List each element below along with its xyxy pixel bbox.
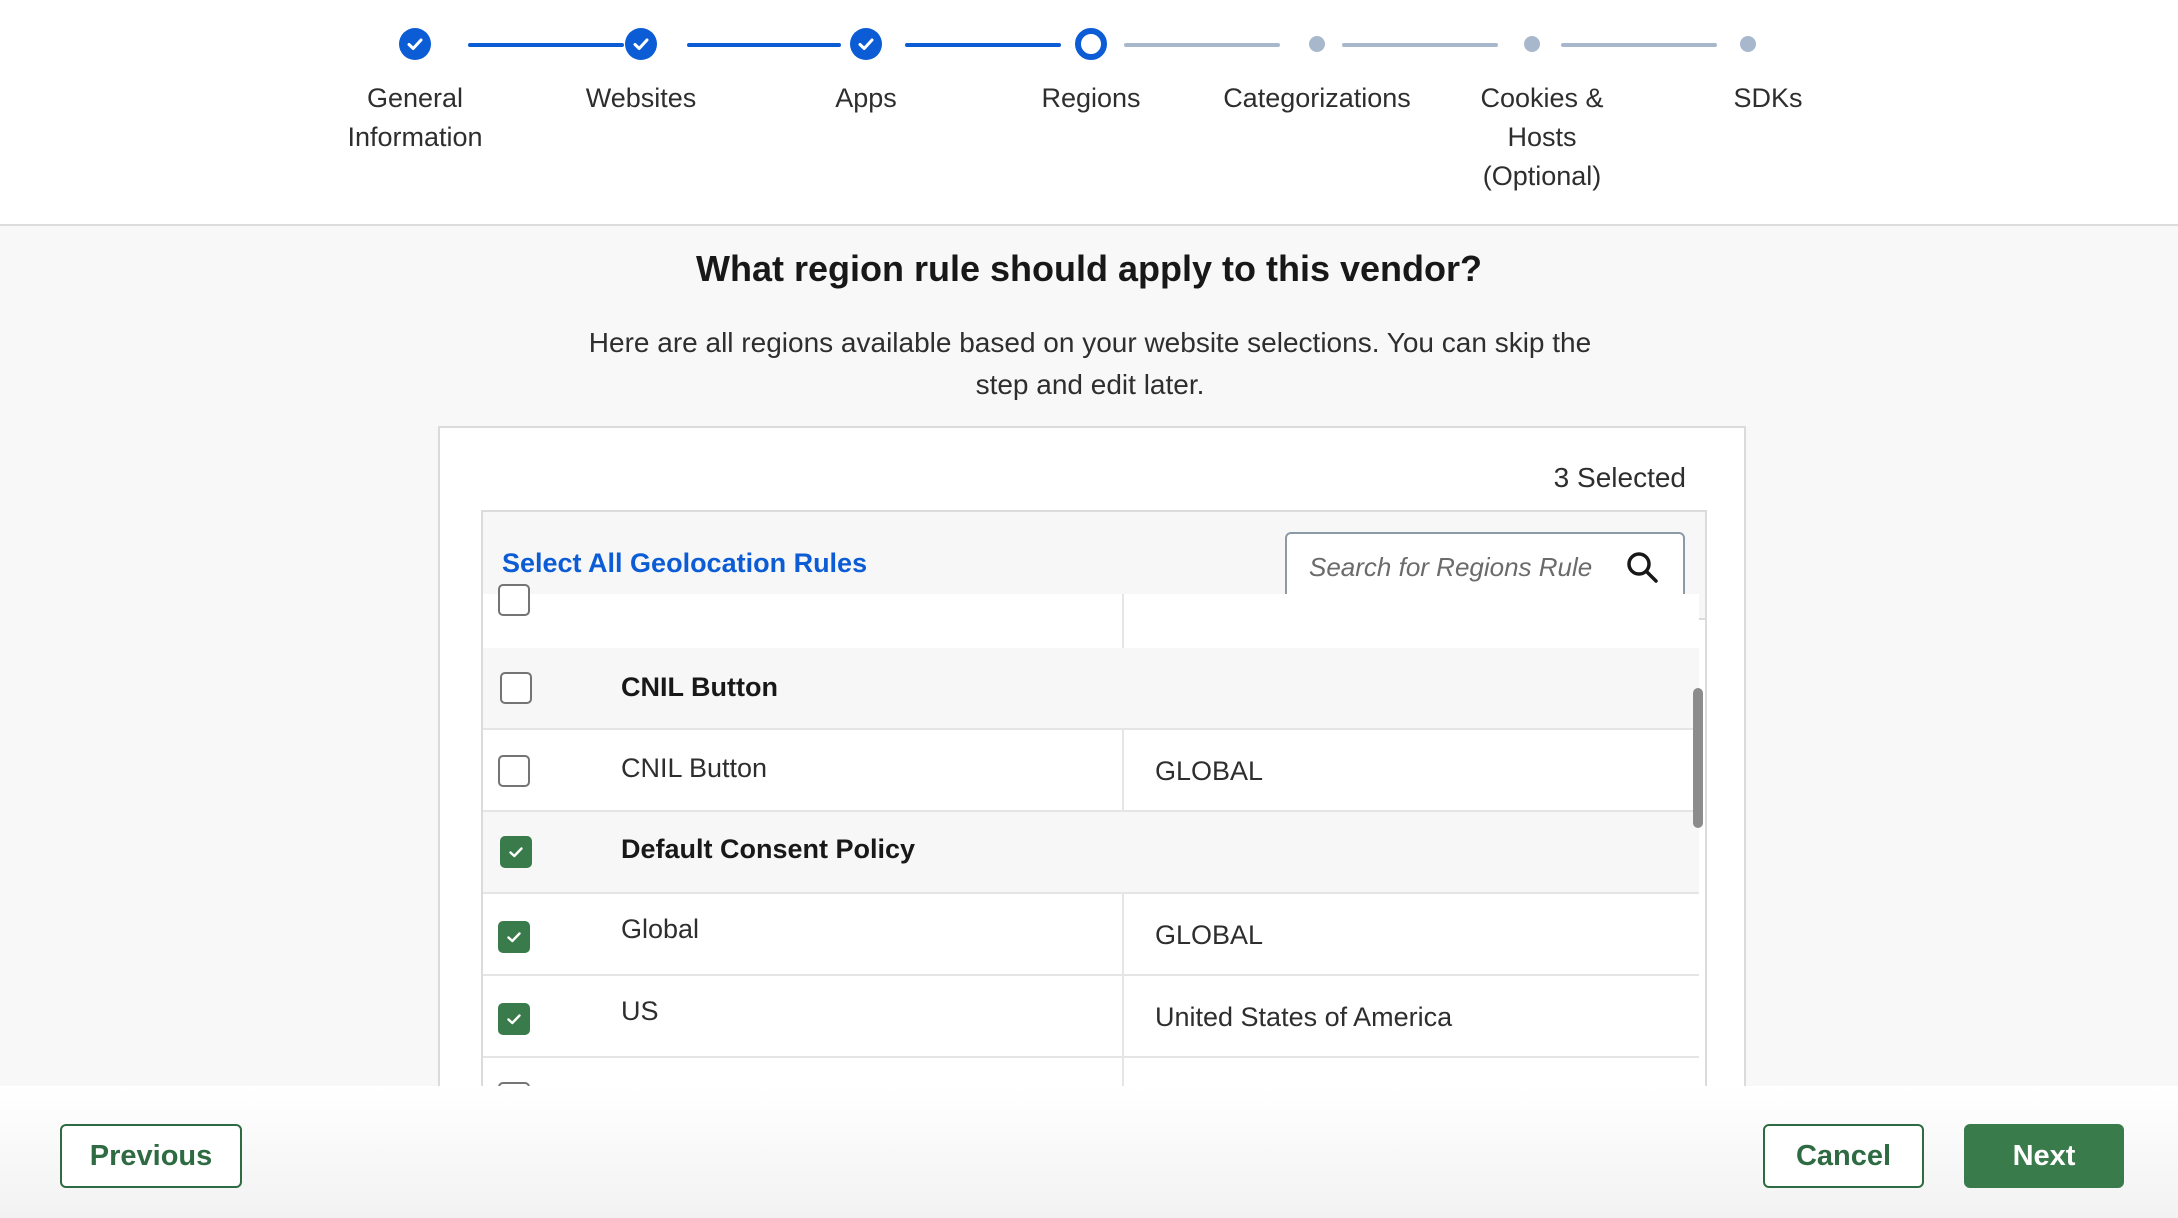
step-label: Regions: [1041, 83, 1141, 113]
rule-group-name: CNIL Button: [621, 672, 778, 702]
step-label: Categorizations: [1223, 83, 1411, 113]
pending-step-dot-icon: [1740, 36, 1756, 52]
step-label: Cookies & Hosts (Optional): [1480, 83, 1604, 191]
checkmark-icon: [509, 847, 523, 858]
row-checkbox[interactable]: [498, 921, 530, 953]
stepper-connector: [1124, 43, 1280, 47]
rule-region: United States of America: [1155, 1002, 1453, 1032]
previous-button[interactable]: Previous: [60, 1124, 242, 1188]
table-row: US United States of America: [483, 976, 1699, 1058]
row-checkbox[interactable]: [500, 672, 532, 704]
rule-region: GLOBAL: [1155, 756, 1264, 786]
progress-stepper: General Information Websites Apps Region…: [0, 0, 2178, 226]
current-step-icon: [1075, 28, 1107, 60]
stepper-connector: [1561, 43, 1717, 47]
check-circle-icon: [625, 28, 657, 60]
next-button[interactable]: Next: [1964, 1124, 2124, 1188]
wizard-footer: Previous Cancel Next: [0, 1086, 2178, 1218]
row-checkbox[interactable]: [498, 584, 530, 616]
pending-step-dot-icon: [1309, 36, 1325, 52]
rule-name: Global: [621, 914, 700, 944]
row-checkbox[interactable]: [498, 755, 530, 787]
search-icon[interactable]: [1625, 550, 1659, 589]
rule-name: CNIL Button: [621, 753, 768, 783]
table-row-group: CNIL Button: [483, 648, 1699, 730]
rule-group-name: Default Consent Policy: [621, 834, 916, 864]
check-circle-icon: [850, 28, 882, 60]
page-title: What region rule should apply to this ve…: [695, 248, 1483, 289]
table-row: Global GLOBAL: [483, 894, 1699, 976]
table-scrollbar[interactable]: [1693, 688, 1703, 828]
rule-region: GLOBAL: [1155, 920, 1264, 950]
rule-name: US: [621, 996, 659, 1026]
select-all-link[interactable]: Select All Geolocation Rules: [502, 548, 867, 579]
check-circle-icon: [399, 28, 431, 60]
page-description: Here are all regions available based on …: [588, 327, 1592, 400]
pending-step-dot-icon: [1524, 36, 1540, 52]
table-row-group: Default Consent Policy: [483, 812, 1699, 894]
step-label: General Information: [347, 83, 483, 152]
search-box[interactable]: [1285, 532, 1685, 600]
row-checkbox[interactable]: [500, 836, 532, 868]
step-label: Apps: [835, 83, 897, 113]
stepper-connector: [687, 43, 841, 47]
step-label: Websites: [585, 83, 697, 113]
search-input[interactable]: [1309, 548, 1609, 586]
stepper-connector: [1342, 43, 1498, 47]
selected-count: 3 Selected: [1553, 462, 1686, 493]
stepper-connector: [905, 43, 1061, 47]
checkmark-icon: [507, 1014, 521, 1025]
table-row: CNIL Button GLOBAL: [483, 730, 1699, 812]
step-label: SDKs: [1733, 83, 1803, 113]
stepper-connector: [468, 43, 624, 47]
row-checkbox[interactable]: [498, 1003, 530, 1035]
checkmark-icon: [507, 932, 521, 943]
cancel-button[interactable]: Cancel: [1763, 1124, 1924, 1188]
